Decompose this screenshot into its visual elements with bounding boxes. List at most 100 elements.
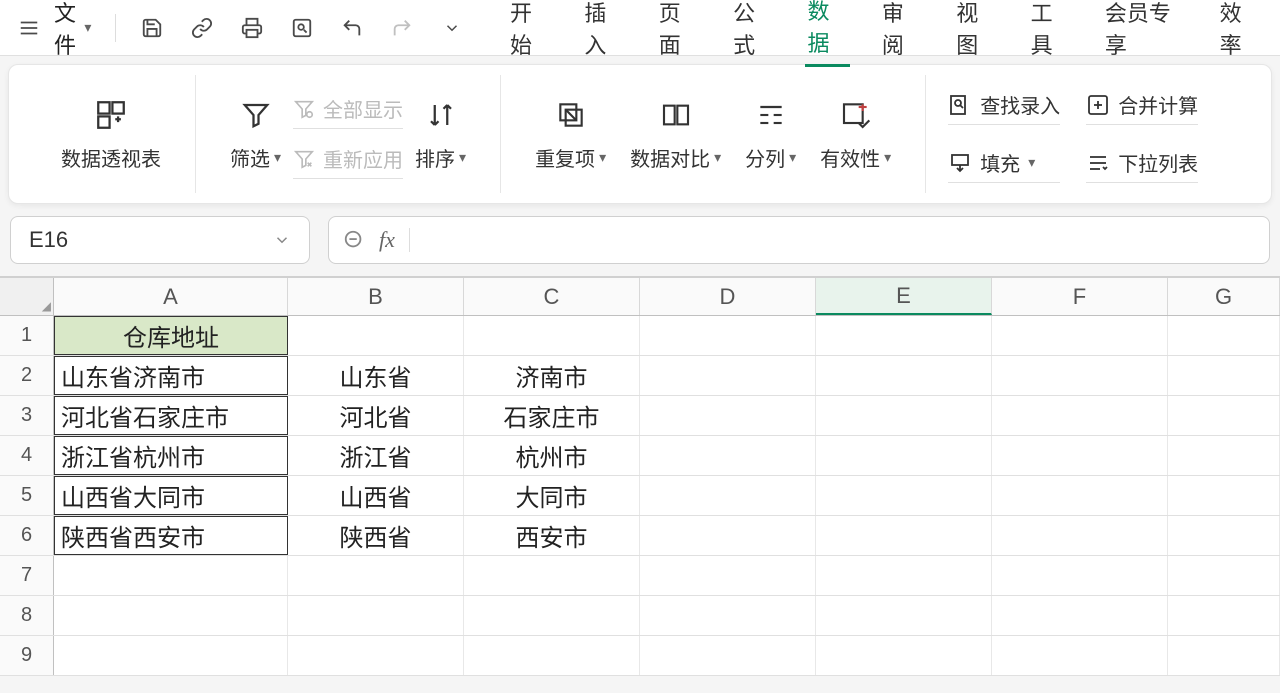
tab-vip[interactable]: 会员专享 [1103,0,1188,66]
preview-icon[interactable] [290,16,314,40]
formula-bar[interactable]: fx [328,216,1270,264]
redo-icon[interactable] [390,16,414,40]
cell-C8[interactable] [464,596,640,635]
cell-F9[interactable] [992,636,1168,675]
cell-F4[interactable] [992,436,1168,475]
cell-C1[interactable] [464,316,640,355]
cell-F5[interactable] [992,476,1168,515]
cell-A5[interactable]: 山西省大同市 [54,476,288,515]
cell-C9[interactable] [464,636,640,675]
tab-review[interactable]: 审阅 [880,0,924,66]
print-icon[interactable] [240,16,264,40]
col-header-G[interactable]: G [1168,278,1280,315]
cell-E1[interactable] [816,316,992,355]
cell-G4[interactable] [1168,436,1280,475]
cell-G1[interactable] [1168,316,1280,355]
cell-E9[interactable] [816,636,992,675]
save-icon[interactable] [140,16,164,40]
cell-B4[interactable]: 浙江省 [288,436,464,475]
cell-B7[interactable] [288,556,464,595]
cell-E3[interactable] [816,396,992,435]
pivot-table-button[interactable]: 数据透视表 [49,97,173,172]
row-header[interactable]: 1 [0,316,54,355]
consolidate-button[interactable]: 合并计算 [1086,85,1198,125]
sort-button[interactable]: 排序▾ [403,97,478,172]
tab-start[interactable]: 开始 [508,0,552,66]
cell-B5[interactable]: 山西省 [288,476,464,515]
cell-F2[interactable] [992,356,1168,395]
cell-C4[interactable]: 杭州市 [464,436,640,475]
tab-page[interactable]: 页面 [657,0,701,66]
col-header-F[interactable]: F [992,278,1168,315]
duplicate-button[interactable]: 重复项▾ [523,97,618,172]
name-box[interactable]: E16 [10,216,310,264]
cell-G5[interactable] [1168,476,1280,515]
cell-F3[interactable] [992,396,1168,435]
col-header-C[interactable]: C [464,278,640,315]
cell-B1[interactable] [288,316,464,355]
cell-E5[interactable] [816,476,992,515]
cell-B9[interactable] [288,636,464,675]
col-header-B[interactable]: B [288,278,464,315]
cell-G8[interactable] [1168,596,1280,635]
cell-E6[interactable] [816,516,992,555]
more-chevron-down-icon[interactable] [440,16,464,40]
row-header[interactable]: 7 [0,556,54,595]
cell-D8[interactable] [640,596,816,635]
show-all-button[interactable]: 全部显示 [293,89,403,129]
cell-A1[interactable]: 仓库地址 [54,316,288,355]
zoom-minus-icon[interactable] [343,229,365,251]
cell-D7[interactable] [640,556,816,595]
tab-formula[interactable]: 公式 [731,0,775,66]
tab-view[interactable]: 视图 [954,0,998,66]
cell-D2[interactable] [640,356,816,395]
cell-D4[interactable] [640,436,816,475]
cell-B3[interactable]: 河北省 [288,396,464,435]
undo-icon[interactable] [340,16,364,40]
row-header[interactable]: 8 [0,596,54,635]
link-icon[interactable] [190,16,214,40]
row-header[interactable]: 4 [0,436,54,475]
row-header[interactable]: 5 [0,476,54,515]
cell-C2[interactable]: 济南市 [464,356,640,395]
cell-D5[interactable] [640,476,816,515]
tab-efficiency[interactable]: 效率 [1218,0,1262,66]
split-button[interactable]: 分列▾ [733,97,808,172]
col-header-A[interactable]: A [54,278,288,315]
compare-button[interactable]: 数据对比▾ [618,97,733,172]
cell-C3[interactable]: 石家庄市 [464,396,640,435]
cell-C7[interactable] [464,556,640,595]
cell-G2[interactable] [1168,356,1280,395]
tab-insert[interactable]: 插入 [582,0,626,66]
hamburger-icon[interactable] [18,16,40,40]
filter-button[interactable]: 筛选▾ [218,97,293,172]
cell-B2[interactable]: 山东省 [288,356,464,395]
cell-D9[interactable] [640,636,816,675]
cell-F7[interactable] [992,556,1168,595]
cell-D3[interactable] [640,396,816,435]
cell-F1[interactable] [992,316,1168,355]
cell-G7[interactable] [1168,556,1280,595]
cell-A8[interactable] [54,596,288,635]
cell-E4[interactable] [816,436,992,475]
tab-data[interactable]: 数据 [805,0,849,67]
cell-E8[interactable] [816,596,992,635]
cell-C5[interactable]: 大同市 [464,476,640,515]
cell-G6[interactable] [1168,516,1280,555]
cell-E7[interactable] [816,556,992,595]
reapply-button[interactable]: 重新应用 [293,139,403,179]
validity-button[interactable]: 有效性▾ [808,97,903,172]
cell-E2[interactable] [816,356,992,395]
lookup-button[interactable]: 查找录入 [948,85,1060,125]
cell-D1[interactable] [640,316,816,355]
cell-B8[interactable] [288,596,464,635]
cell-A4[interactable]: 浙江省杭州市 [54,436,288,475]
cell-C6[interactable]: 西安市 [464,516,640,555]
cell-G3[interactable] [1168,396,1280,435]
cell-B6[interactable]: 陕西省 [288,516,464,555]
cell-A7[interactable] [54,556,288,595]
tab-tools[interactable]: 工具 [1029,0,1073,66]
select-all-corner[interactable]: ◢ [0,278,54,315]
row-header[interactable]: 2 [0,356,54,395]
cell-A2[interactable]: 山东省济南市 [54,356,288,395]
